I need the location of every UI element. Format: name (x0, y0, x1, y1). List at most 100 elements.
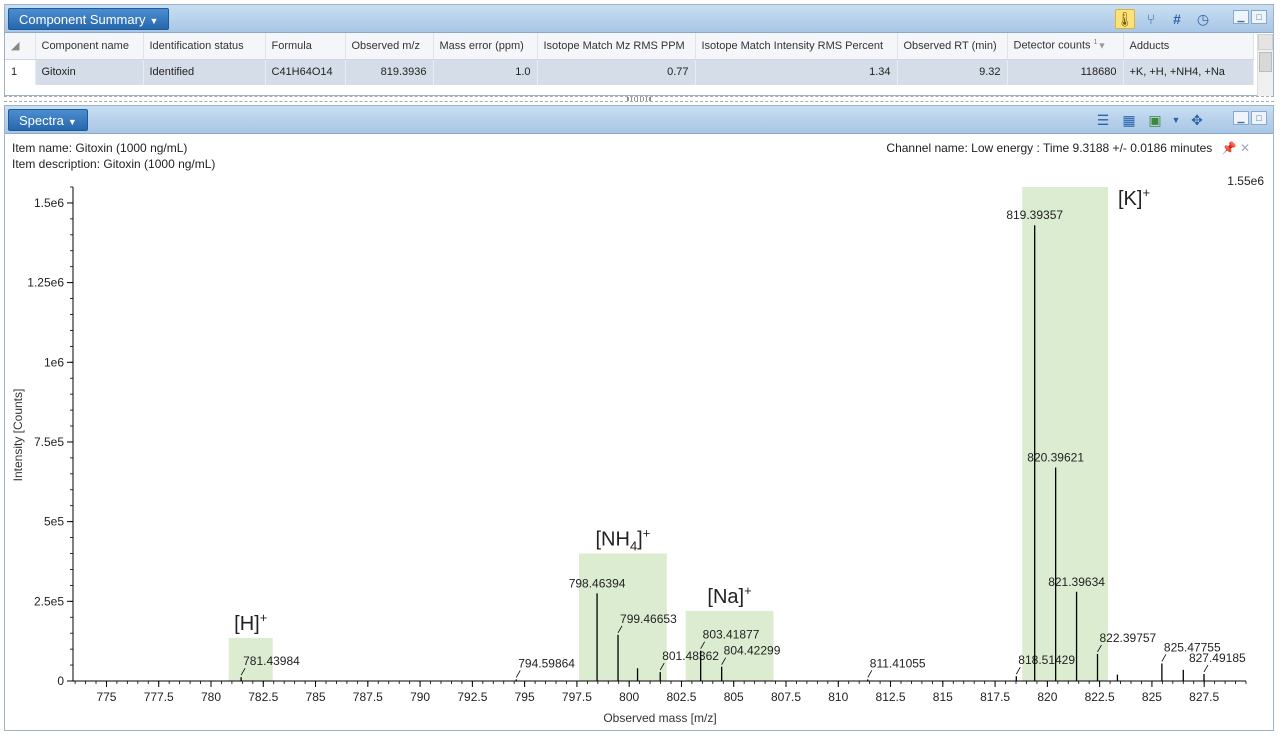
cell-isotope-mz[interactable]: 0.77 (537, 59, 696, 85)
peak-label: 801.48362 (662, 649, 719, 663)
x-axis-label: Observed mass [m/z] (603, 711, 716, 725)
cell-identification-status[interactable]: Identified (143, 59, 266, 85)
component-summary-panel: Component Summary ▼ 🌡 ⑂ # ◷ ▁ □ ◢ Compone… (4, 4, 1274, 96)
x-tick-label: 825 (1142, 690, 1162, 704)
x-tick-label: 790 (410, 690, 430, 704)
col-header-observed-rt[interactable]: Observed RT (min) (897, 33, 1008, 60)
cell-isotope-intensity[interactable]: 1.34 (695, 59, 898, 85)
peak-leader-line (1203, 664, 1209, 673)
spectra-title: Spectra (19, 113, 64, 128)
y-tick-label: 1.5e6 (34, 196, 64, 210)
table-icon[interactable]: ▦ (1119, 110, 1139, 130)
cell-observed-rt[interactable]: 9.32 (897, 59, 1008, 85)
close-icon[interactable]: ✕ (1240, 141, 1250, 155)
vertical-scrollbar[interactable] (1257, 34, 1273, 96)
adduct-regions: [H]+ [NH4]+ [Na]+ [K]+ (228, 185, 1150, 681)
x-tick-label: 802.5 (666, 690, 696, 704)
y-tick-label: 2.5e5 (34, 594, 64, 608)
select-all-corner[interactable]: ◢ (5, 33, 36, 60)
peak-label: 819.39357 (1006, 208, 1063, 222)
maximize-icon[interactable]: □ (1251, 10, 1267, 24)
channel-name-text: Channel name: Low energy : Time 9.3188 +… (886, 141, 1213, 155)
cell-detector-counts[interactable]: 118680 (1007, 59, 1124, 85)
component-summary-menu-button[interactable]: Component Summary ▼ (8, 8, 170, 30)
peak-label: 827.49185 (1189, 651, 1246, 665)
x-tick-label: 780 (201, 690, 221, 704)
peak-label: 818.51429 (1018, 653, 1075, 667)
adduct-region-label: [H]+ (234, 610, 267, 635)
x-tick-label: 815 (933, 690, 953, 704)
cell-mass-error[interactable]: 1.0 (433, 59, 538, 85)
col-header-identification-status[interactable]: Identification status (143, 33, 266, 60)
x-tick-label: 827.5 (1189, 690, 1219, 704)
splitter-grip[interactable] (627, 97, 651, 101)
table-row[interactable]: 1 Gitoxin Identified C41H64O14 819.3936 … (5, 59, 1254, 85)
detector-counts-label: Detector counts (1013, 40, 1091, 53)
x-tick-label: 785 (306, 690, 326, 704)
spectra-toolbar: ☰ ▦ ▣ ▼ ✥ (1093, 110, 1207, 130)
col-header-formula[interactable]: Formula (265, 33, 346, 60)
x-tick-label: 797.5 (562, 690, 592, 704)
spectra-window-buttons: ▁ □ (1233, 111, 1267, 125)
spectra-menu-button[interactable]: Spectra ▼ (8, 109, 88, 131)
peak-label: 820.39621 (1027, 450, 1084, 464)
hash-icon[interactable]: # (1167, 9, 1187, 29)
x-tick-label: 795 (515, 690, 535, 704)
panel-splitter[interactable] (4, 96, 1274, 102)
chevron-down-icon: ▼ (149, 16, 159, 26)
table-header-row: ◢ Component name Identification status F… (5, 33, 1254, 60)
minimize-icon[interactable]: ▁ (1233, 10, 1249, 24)
x-tick-label: 807.5 (771, 690, 801, 704)
peak-leader-line (867, 670, 873, 678)
x-tick-label: 777.5 (144, 690, 174, 704)
minimize-icon[interactable]: ▁ (1233, 111, 1249, 125)
col-header-isotope-mz[interactable]: Isotope Match Mz RMS PPM (537, 33, 696, 60)
cell-observed-mz[interactable]: 819.3936 (345, 59, 434, 85)
peak-label: 781.43984 (243, 654, 300, 668)
chevron-down-icon[interactable]: ▼ (1171, 110, 1181, 130)
scroll-thumb[interactable] (1259, 52, 1272, 72)
fork-icon[interactable]: ⑂ (1141, 9, 1161, 29)
channel-name: Channel name: Low energy : Time 9.3188 +… (886, 141, 1250, 155)
x-tick-label: 805 (724, 690, 744, 704)
thermometer-icon[interactable]: 🌡 (1115, 9, 1135, 29)
peak-leader-line (1015, 667, 1021, 675)
x-tick-label: 792.5 (457, 690, 487, 704)
y-tick-label: 1e6 (44, 355, 64, 369)
col-header-observed-mz[interactable]: Observed m/z (345, 33, 434, 60)
peak-leader-line (515, 670, 521, 678)
pin-icon[interactable]: 📌 (1222, 141, 1237, 155)
component-summary-header: Component Summary ▼ 🌡 ⑂ # ◷ ▁ □ (5, 5, 1273, 33)
x-tick-label: 812.5 (876, 690, 906, 704)
component-table: ◢ Component name Identification status F… (5, 33, 1254, 85)
item-name: Item name: Gitoxin (1000 ng/mL) (12, 141, 188, 155)
col-header-adducts[interactable]: Adducts (1123, 33, 1254, 60)
peak-label: 798.46394 (569, 576, 626, 590)
col-header-isotope-intensity[interactable]: Isotope Match Intensity RMS Percent (695, 33, 898, 60)
peak-label: 803.41877 (703, 628, 760, 642)
cell-component-name[interactable]: Gitoxin (35, 59, 144, 85)
x-tick-label: 800 (619, 690, 639, 704)
component-toolbar: 🌡 ⑂ # ◷ (1115, 9, 1213, 29)
cell-adducts[interactable]: +K, +H, +NH4, +Na (1123, 59, 1254, 85)
col-header-mass-error[interactable]: Mass error (ppm) (433, 33, 538, 60)
y-tick-label: 5e5 (44, 515, 64, 529)
spectra-header: Spectra ▼ ☰ ▦ ▣ ▼ ✥ ▁ □ (5, 106, 1273, 134)
refresh-clock-icon[interactable]: ◷ (1193, 9, 1213, 29)
component-summary-title: Component Summary (19, 12, 146, 27)
col-header-component-name[interactable]: Component name (35, 33, 144, 60)
x-tick-label: 775 (96, 690, 116, 704)
cell-formula[interactable]: C41H64O14 (265, 59, 346, 85)
chevron-down-icon: ▼ (67, 117, 77, 127)
maximize-icon[interactable]: □ (1251, 111, 1267, 125)
list-icon[interactable]: ☰ (1093, 110, 1113, 130)
pan-move-icon[interactable]: ✥ (1187, 110, 1207, 130)
spectrum-chart[interactable]: [H]+ [NH4]+ [Na]+ [K]+ 775 777.5 780 782.5 785 7… (5, 165, 1267, 727)
x-tick-label: 787.5 (353, 690, 383, 704)
col-header-detector-counts[interactable]: Detector counts 1▼ (1007, 33, 1124, 60)
peak-leader-line (1161, 654, 1167, 662)
adduct-region-label: [NH4]+ (595, 526, 650, 554)
scroll-up-button[interactable] (1258, 34, 1273, 50)
image-export-icon[interactable]: ▣ (1145, 110, 1165, 130)
x-tick-label: 820 (1037, 690, 1057, 704)
